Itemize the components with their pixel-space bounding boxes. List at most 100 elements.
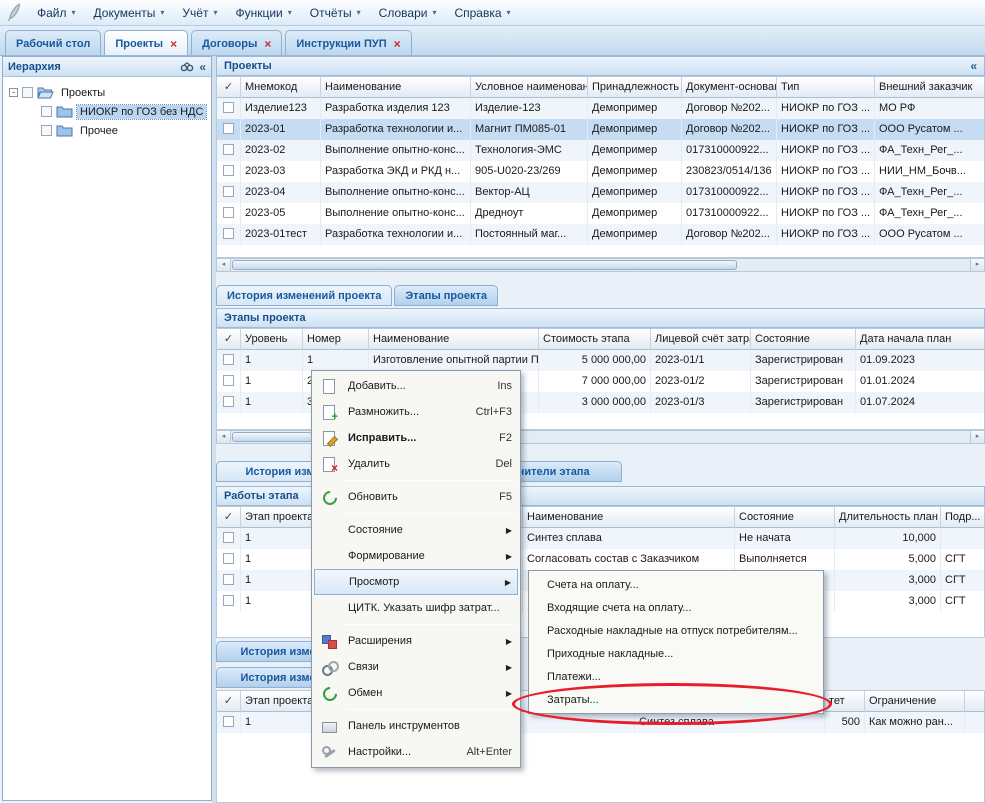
column-header[interactable]: ✓ [217, 77, 241, 98]
row-checkbox[interactable] [223, 532, 234, 543]
column-header[interactable]: Ограничение [865, 691, 965, 712]
context-menu-item[interactable]: Расширения▶ [314, 628, 518, 654]
row-checkbox[interactable] [223, 553, 234, 564]
row-checkbox[interactable] [223, 123, 234, 134]
column-header[interactable]: Состояние [735, 507, 835, 528]
context-menu-item[interactable]: Связи▶ [314, 654, 518, 680]
context-menu-item[interactable]: ЦИТК. Указать шифр затрат... [314, 595, 518, 621]
column-header[interactable]: Документ-основан [682, 77, 777, 98]
context-menu-item[interactable]: Исправить...F2 [314, 425, 518, 451]
row-checkbox[interactable] [223, 574, 234, 585]
column-header[interactable]: ✓ [217, 329, 241, 350]
column-header[interactable]: Этап проекта [241, 507, 313, 528]
column-header[interactable]: тет [825, 691, 865, 712]
column-header[interactable]: Наименование [321, 77, 471, 98]
menubar-item[interactable]: Файл▾ [28, 3, 85, 23]
context-menu-item[interactable]: Состояние▶ [314, 517, 518, 543]
tree-item-niokr[interactable]: НИОКР по ГОЗ без НДС [5, 102, 209, 121]
row-checkbox[interactable] [223, 102, 234, 113]
table-row[interactable]: 2023-01Разработка технологии и...Магнит … [217, 119, 984, 140]
column-header[interactable]: Подр... [941, 507, 985, 528]
context-menu-item[interactable]: Добавить...Ins [314, 373, 518, 399]
column-header[interactable]: Состояние [751, 329, 856, 350]
menubar-item[interactable]: Словари▾ [370, 3, 446, 23]
context-menu-item[interactable]: Настройки...Alt+Enter [314, 739, 518, 765]
document-tab[interactable]: Инструкции ПУП× [285, 30, 411, 55]
table-row[interactable]: 2023-02Выполнение опытно-конс...Технолог… [217, 140, 984, 161]
tree-expander-icon[interactable]: - [9, 88, 18, 97]
column-header[interactable]: Номер [303, 329, 369, 350]
menubar-item[interactable]: Учёт▾ [173, 3, 226, 23]
column-header[interactable]: Длительность план ▼ [835, 507, 941, 528]
tree-item-prochee[interactable]: Прочее [5, 121, 209, 140]
table-row[interactable]: 2023-03Разработка ЭКД и РКД н...905-U020… [217, 161, 984, 182]
submenu-item[interactable]: Входящие счета на оплату... [531, 596, 821, 619]
submenu-item[interactable]: Расходные накладные на отпуск потребител… [531, 619, 821, 642]
context-menu-item[interactable]: Панель инструментов [314, 713, 518, 739]
tree-item-projects[interactable]: - Проекты [5, 83, 209, 102]
column-header[interactable]: ✓ [217, 691, 241, 712]
scroll-right-icon[interactable]: ▸ [970, 259, 984, 271]
column-header[interactable]: Наименование [523, 507, 735, 528]
menubar-item[interactable]: Функции▾ [226, 3, 300, 23]
tab-close-icon[interactable]: × [264, 39, 271, 49]
binoculars-icon[interactable] [180, 61, 194, 72]
column-header[interactable]: Мнемокод [241, 77, 321, 98]
row-checkbox[interactable] [223, 165, 234, 176]
table-row[interactable]: Изделие123Разработка изделия 123Изделие-… [217, 98, 984, 119]
column-header[interactable]: Дата начала план [856, 329, 985, 350]
row-checkbox[interactable] [223, 595, 234, 606]
context-menu-item[interactable]: УдалитьDel [314, 451, 518, 477]
column-header[interactable]: ✓ [217, 507, 241, 528]
row-checkbox[interactable] [223, 396, 234, 407]
section-tab[interactable]: Этапы проекта [394, 285, 498, 306]
tree-checkbox[interactable] [22, 87, 33, 98]
tab-close-icon[interactable]: × [170, 39, 177, 49]
scroll-right-icon[interactable]: ▸ [970, 431, 984, 443]
menubar-item[interactable]: Справка▾ [445, 3, 519, 23]
row-checkbox[interactable] [223, 144, 234, 155]
row-checkbox[interactable] [223, 716, 234, 727]
context-menu-item[interactable]: ОбновитьF5 [314, 484, 518, 510]
context-menu-item[interactable]: Размножить...Ctrl+F3 [314, 399, 518, 425]
document-tab[interactable]: Рабочий стол [5, 30, 101, 55]
section-tab[interactable]: История изменений проекта [216, 285, 392, 306]
submenu-item[interactable]: Затраты... [531, 688, 821, 711]
column-header[interactable]: Условное наименован [471, 77, 588, 98]
column-header[interactable]: Этап проекта [241, 691, 313, 712]
scroll-left-icon[interactable]: ◂ [217, 431, 231, 443]
context-menu-item[interactable]: Формирование▶ [314, 543, 518, 569]
collapse-sidebar-icon[interactable]: « [199, 62, 206, 72]
context-menu-item[interactable]: Обмен▶ [314, 680, 518, 706]
table-row[interactable]: 2023-04Выполнение опытно-конс...Вектор-А… [217, 182, 984, 203]
column-header[interactable]: Внешний заказчик [875, 77, 985, 98]
column-header[interactable]: Стоимость этапа [539, 329, 651, 350]
row-checkbox[interactable] [223, 186, 234, 197]
tree-checkbox[interactable] [41, 106, 52, 117]
menubar-item[interactable]: Документы▾ [85, 3, 174, 23]
collapse-panel-icon[interactable]: « [970, 61, 977, 71]
column-header[interactable]: Наименование [369, 329, 539, 350]
row-checkbox[interactable] [223, 228, 234, 239]
row-checkbox[interactable] [223, 207, 234, 218]
submenu-item[interactable]: Платежи... [531, 665, 821, 688]
table-row[interactable]: 11Изготовление опытной партии ПМ0...5 00… [217, 350, 984, 371]
tree-checkbox[interactable] [41, 125, 52, 136]
column-header[interactable]: Лицевой счёт затрат. [651, 329, 751, 350]
submenu-item[interactable]: Счета на оплату... [531, 573, 821, 596]
column-header[interactable]: Уровень [241, 329, 303, 350]
document-tab[interactable]: Проекты× [104, 30, 188, 55]
document-tab[interactable]: Договоры× [191, 30, 282, 55]
row-checkbox[interactable] [223, 375, 234, 386]
submenu-item[interactable]: Приходные накладные... [531, 642, 821, 665]
table-row[interactable]: 2023-01тестРазработка технологии и...Пос… [217, 224, 984, 245]
context-menu-item[interactable]: Просмотр▶ [314, 569, 518, 595]
scroll-thumb[interactable] [232, 432, 312, 442]
table-row[interactable]: 2023-05Выполнение опытно-конс...Дредноут… [217, 203, 984, 224]
row-checkbox[interactable] [223, 354, 234, 365]
column-header[interactable]: Тип [777, 77, 875, 98]
tab-close-icon[interactable]: × [394, 39, 401, 49]
scroll-left-icon[interactable]: ◂ [217, 259, 231, 271]
scroll-thumb[interactable] [232, 260, 737, 270]
column-header[interactable]: Принадлежность [588, 77, 682, 98]
